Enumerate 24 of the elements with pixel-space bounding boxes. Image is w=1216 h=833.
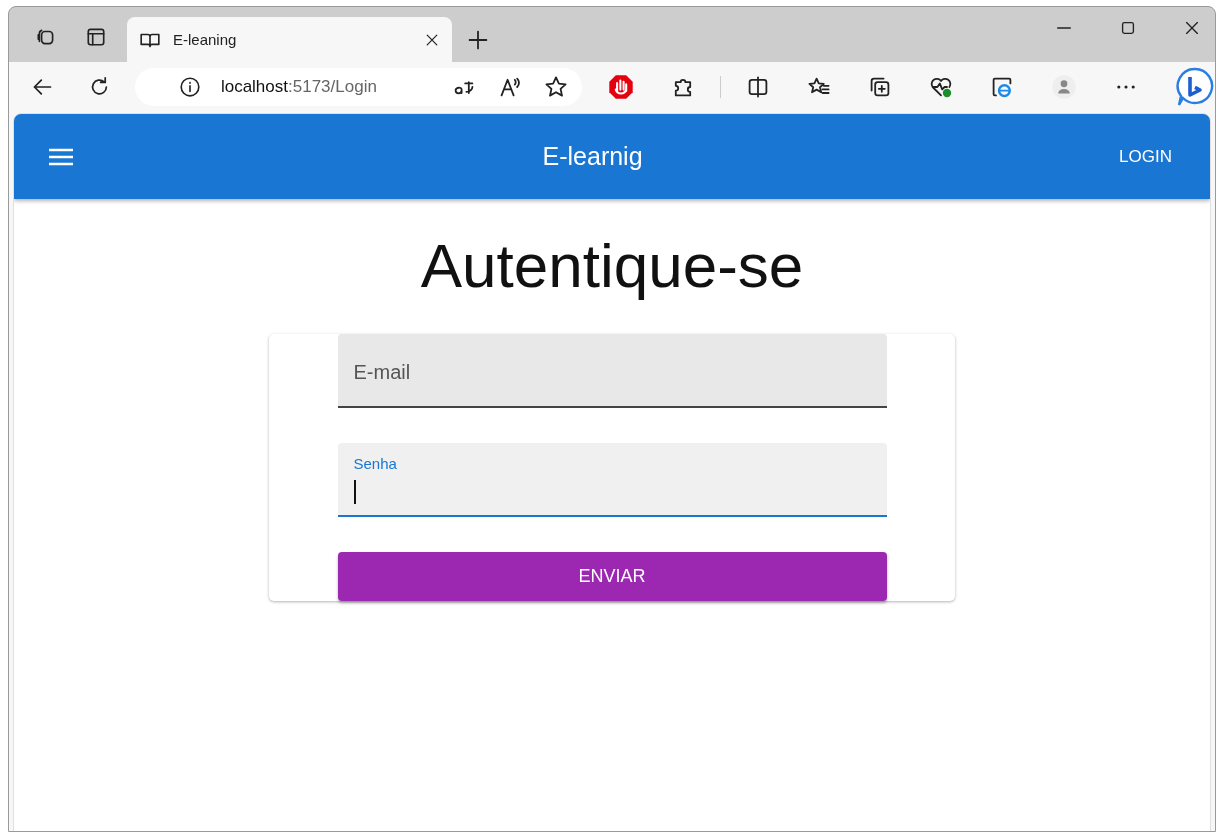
app-title: E-learnig xyxy=(541,142,644,171)
submit-button[interactable]: ENVIAR xyxy=(337,552,887,602)
field-label: Senha xyxy=(353,455,397,473)
url-text: localhost:5173/Login xyxy=(220,76,378,97)
info-icon[interactable] xyxy=(178,75,201,98)
page-heading: Autentique-se xyxy=(420,232,804,301)
menu-icon[interactable] xyxy=(48,146,74,167)
address-bar[interactable]: localhost:5173/Login xyxy=(134,67,582,106)
text-cursor xyxy=(353,480,356,505)
login-button[interactable]: LOGIN xyxy=(1111,140,1180,173)
password-field[interactable]: Senha xyxy=(337,443,887,518)
close-icon[interactable] xyxy=(1183,19,1201,37)
window-icon[interactable] xyxy=(85,26,107,48)
profile-icon[interactable] xyxy=(1051,73,1077,100)
browser-tab[interactable]: E-leaning xyxy=(127,17,452,62)
email-field[interactable]: E-mail xyxy=(337,334,887,409)
plus-icon[interactable] xyxy=(466,28,490,52)
stop-hand-icon[interactable] xyxy=(608,73,634,100)
tab-title: E-leaning xyxy=(173,31,238,48)
maximize-icon[interactable] xyxy=(1119,19,1137,37)
chat-bubble-icon[interactable] xyxy=(1175,66,1215,107)
split-screen-icon[interactable] xyxy=(746,74,770,99)
star-icon[interactable] xyxy=(544,74,568,99)
field-label: E-mail xyxy=(353,361,411,385)
